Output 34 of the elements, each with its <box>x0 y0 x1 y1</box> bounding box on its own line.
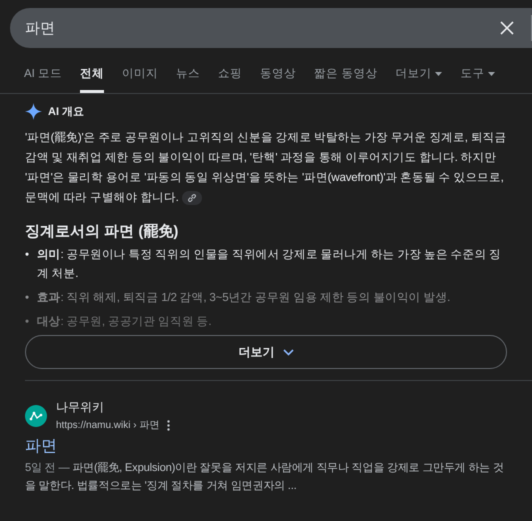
bullet-item: 효과: 직위 해제, 퇴직금 1/2 감액, 3~5년간 공무원 임용 제한 등의 불이익이 발생. <box>36 290 450 306</box>
summary-text: '파면(罷免)'은 주로 공무원이나 고위직의 신분을 강제로 박탈하는 가장 무거운 징계로, 퇴직금 감액 및 재취업 제한 등의 불이익이 따르며, '탄핵' 과정을 통해 이루어지기도 합니다. 하지만 '파면'은 물리학 용어로 '파동의 동일 위상면'을 뜻하는 '파면(wavefront)'과 혼동될 수 있으므로, 문맥에 따라 구별해야 합니다. <box>25 130 507 207</box>
caret-icon <box>435 72 442 76</box>
link-icon <box>186 192 197 203</box>
search-tab[interactable]: 전체 <box>80 66 104 93</box>
bullet-item: 대상: 공무원, 공공기관 임직원 등. <box>36 314 212 330</box>
search-tab[interactable]: 짧은 동영상 <box>314 66 378 93</box>
section-heading: 징계로서의 파면 (罷免) <box>25 222 180 241</box>
search-bar[interactable]: 파면 <box>10 8 532 48</box>
bullet-item: 의미: 공무원이나 특정 직위의 인물을 직위에서 강제로 물러나게 하는 가장 높은 수준의 징계 처분. <box>36 247 502 282</box>
dropdown-tab[interactable]: 더보기 <box>395 66 442 93</box>
section-title: AI 개요 <box>48 105 84 119</box>
search-tab[interactable]: 이미지 <box>122 66 158 93</box>
sparkle-icon <box>25 103 42 120</box>
bullet-marker: • <box>25 247 29 263</box>
show-more-button[interactable]: 더보기 <box>25 335 507 369</box>
site-name: 나무위키 <box>56 399 105 416</box>
bullet-marker: • <box>25 290 29 306</box>
site-logo-icon <box>25 404 47 426</box>
dropdown-tab[interactable]: 도구 <box>460 66 496 93</box>
more-options-icon[interactable] <box>167 420 170 430</box>
chevron-down-icon <box>282 348 294 356</box>
search-tab[interactable]: 동영상 <box>260 66 296 93</box>
search-tab[interactable]: AI 모드 <box>24 66 62 93</box>
search-tab[interactable]: 뉴스 <box>176 66 200 93</box>
result-title-link[interactable]: 파면 <box>25 436 57 457</box>
result-snippet: 5일 전 — 파면(罷免, Expulsion)이란 잘못을 저지른 사람에게 직무나 직업을 강제로 그만두게 하는 것을 말한다. 법률적으로는 '징계 절차를 거쳐 임면권자의 ... <box>25 461 505 494</box>
site-url: https://namu.wiki › 파면 <box>56 419 160 432</box>
bullet-marker: • <box>25 314 29 330</box>
link-button[interactable] <box>182 190 202 205</box>
search-field[interactable]: 파면 <box>25 20 499 36</box>
search-tab[interactable]: 쇼핑 <box>218 66 242 93</box>
close-icon[interactable] <box>499 20 515 36</box>
caret-icon <box>488 72 496 76</box>
